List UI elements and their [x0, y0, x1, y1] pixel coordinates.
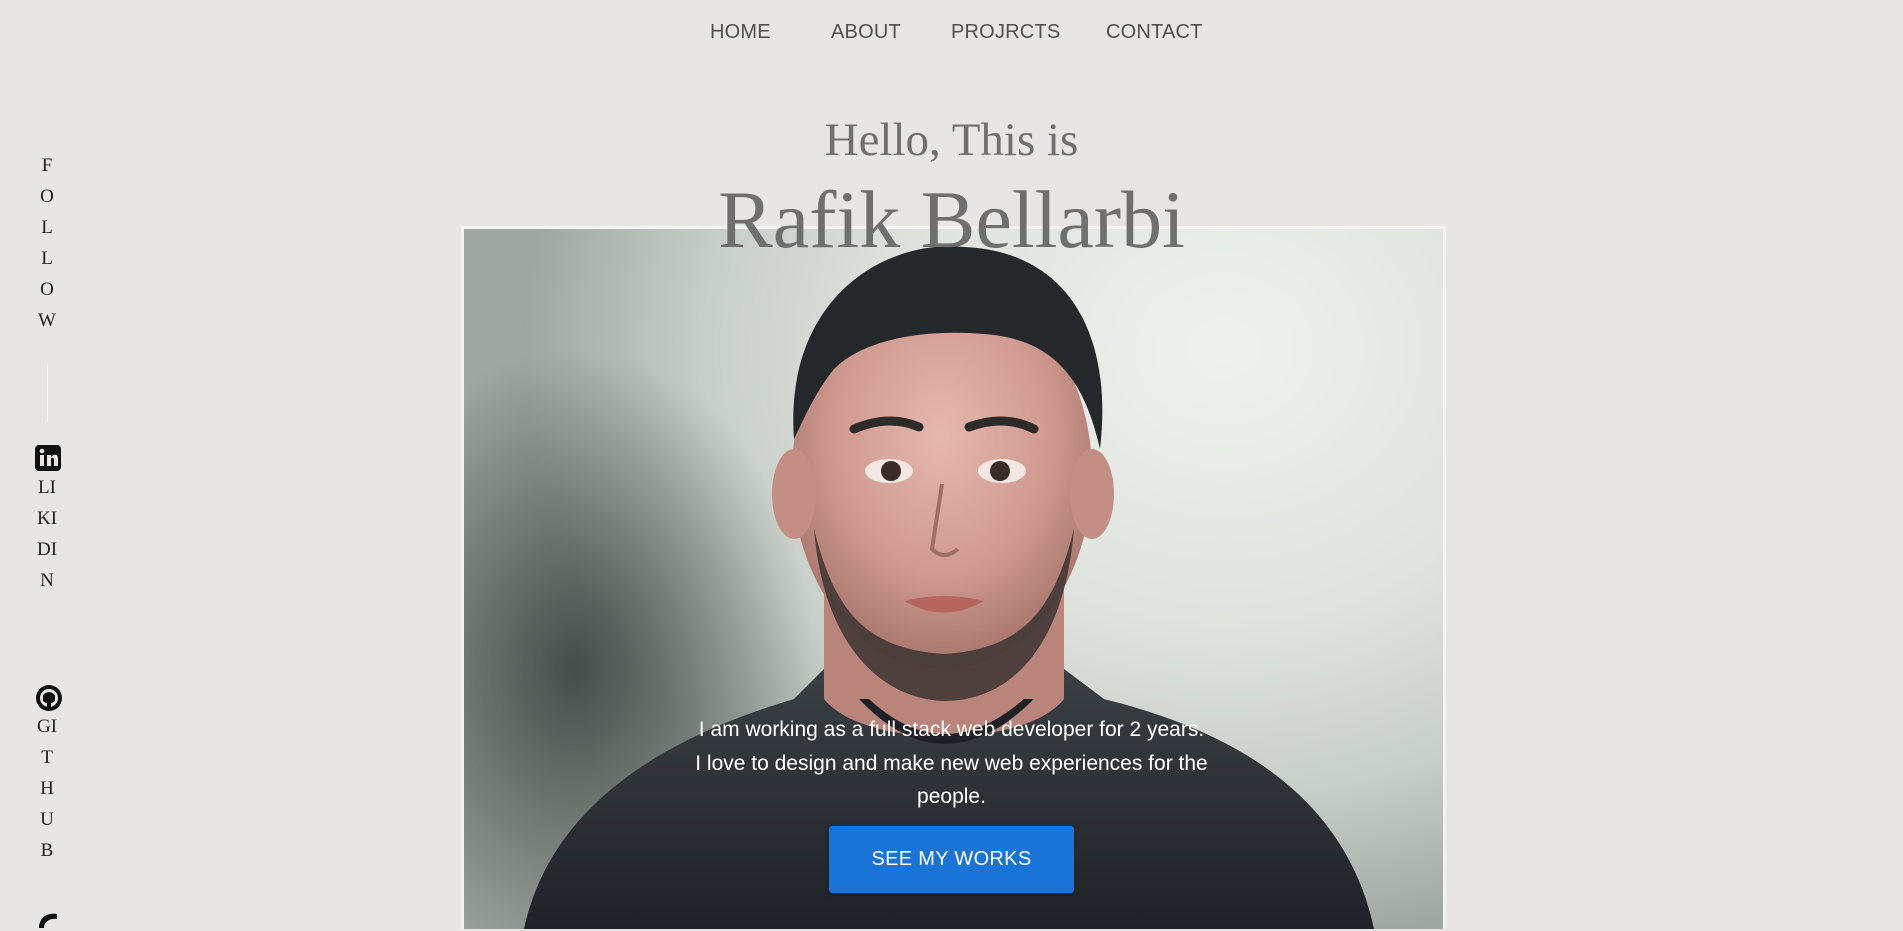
github-icon[interactable] [35, 684, 63, 712]
linkedin-label[interactable]: LIKIDIN [36, 472, 58, 596]
top-navigation: HOME ABOUT PROJRCTS CONTACT [0, 21, 1903, 47]
linkedin-icon[interactable] [35, 445, 61, 471]
hero-photo [461, 226, 1446, 929]
phone-icon[interactable] [35, 910, 61, 931]
greeting-heading: Hello, This is [824, 114, 1079, 166]
intro-line: people. [917, 785, 986, 808]
follow-divider-line [47, 364, 48, 422]
nav-contact-link[interactable]: CONTACT [1106, 21, 1203, 44]
github-label[interactable]: GITHUB [36, 711, 58, 866]
intro-line: I am working as a full stack web develop… [698, 718, 1205, 741]
see-my-works-button[interactable]: SEE MY WORKS [829, 826, 1074, 893]
portfolio-page: HOME ABOUT PROJRCTS CONTACT Hello, This … [0, 0, 1903, 931]
name-heading: Rafik Bellarbi [718, 174, 1185, 265]
intro-line: I love to design and make new web experi… [695, 751, 1208, 775]
nav-projects-link[interactable]: PROJRCTS [951, 21, 1060, 44]
intro-text: I am working as a full stack web develop… [664, 713, 1239, 814]
nav-home-link[interactable]: HOME [710, 21, 771, 44]
nav-about-link[interactable]: ABOUT [831, 21, 901, 44]
portrait-illustration [524, 246, 1374, 929]
